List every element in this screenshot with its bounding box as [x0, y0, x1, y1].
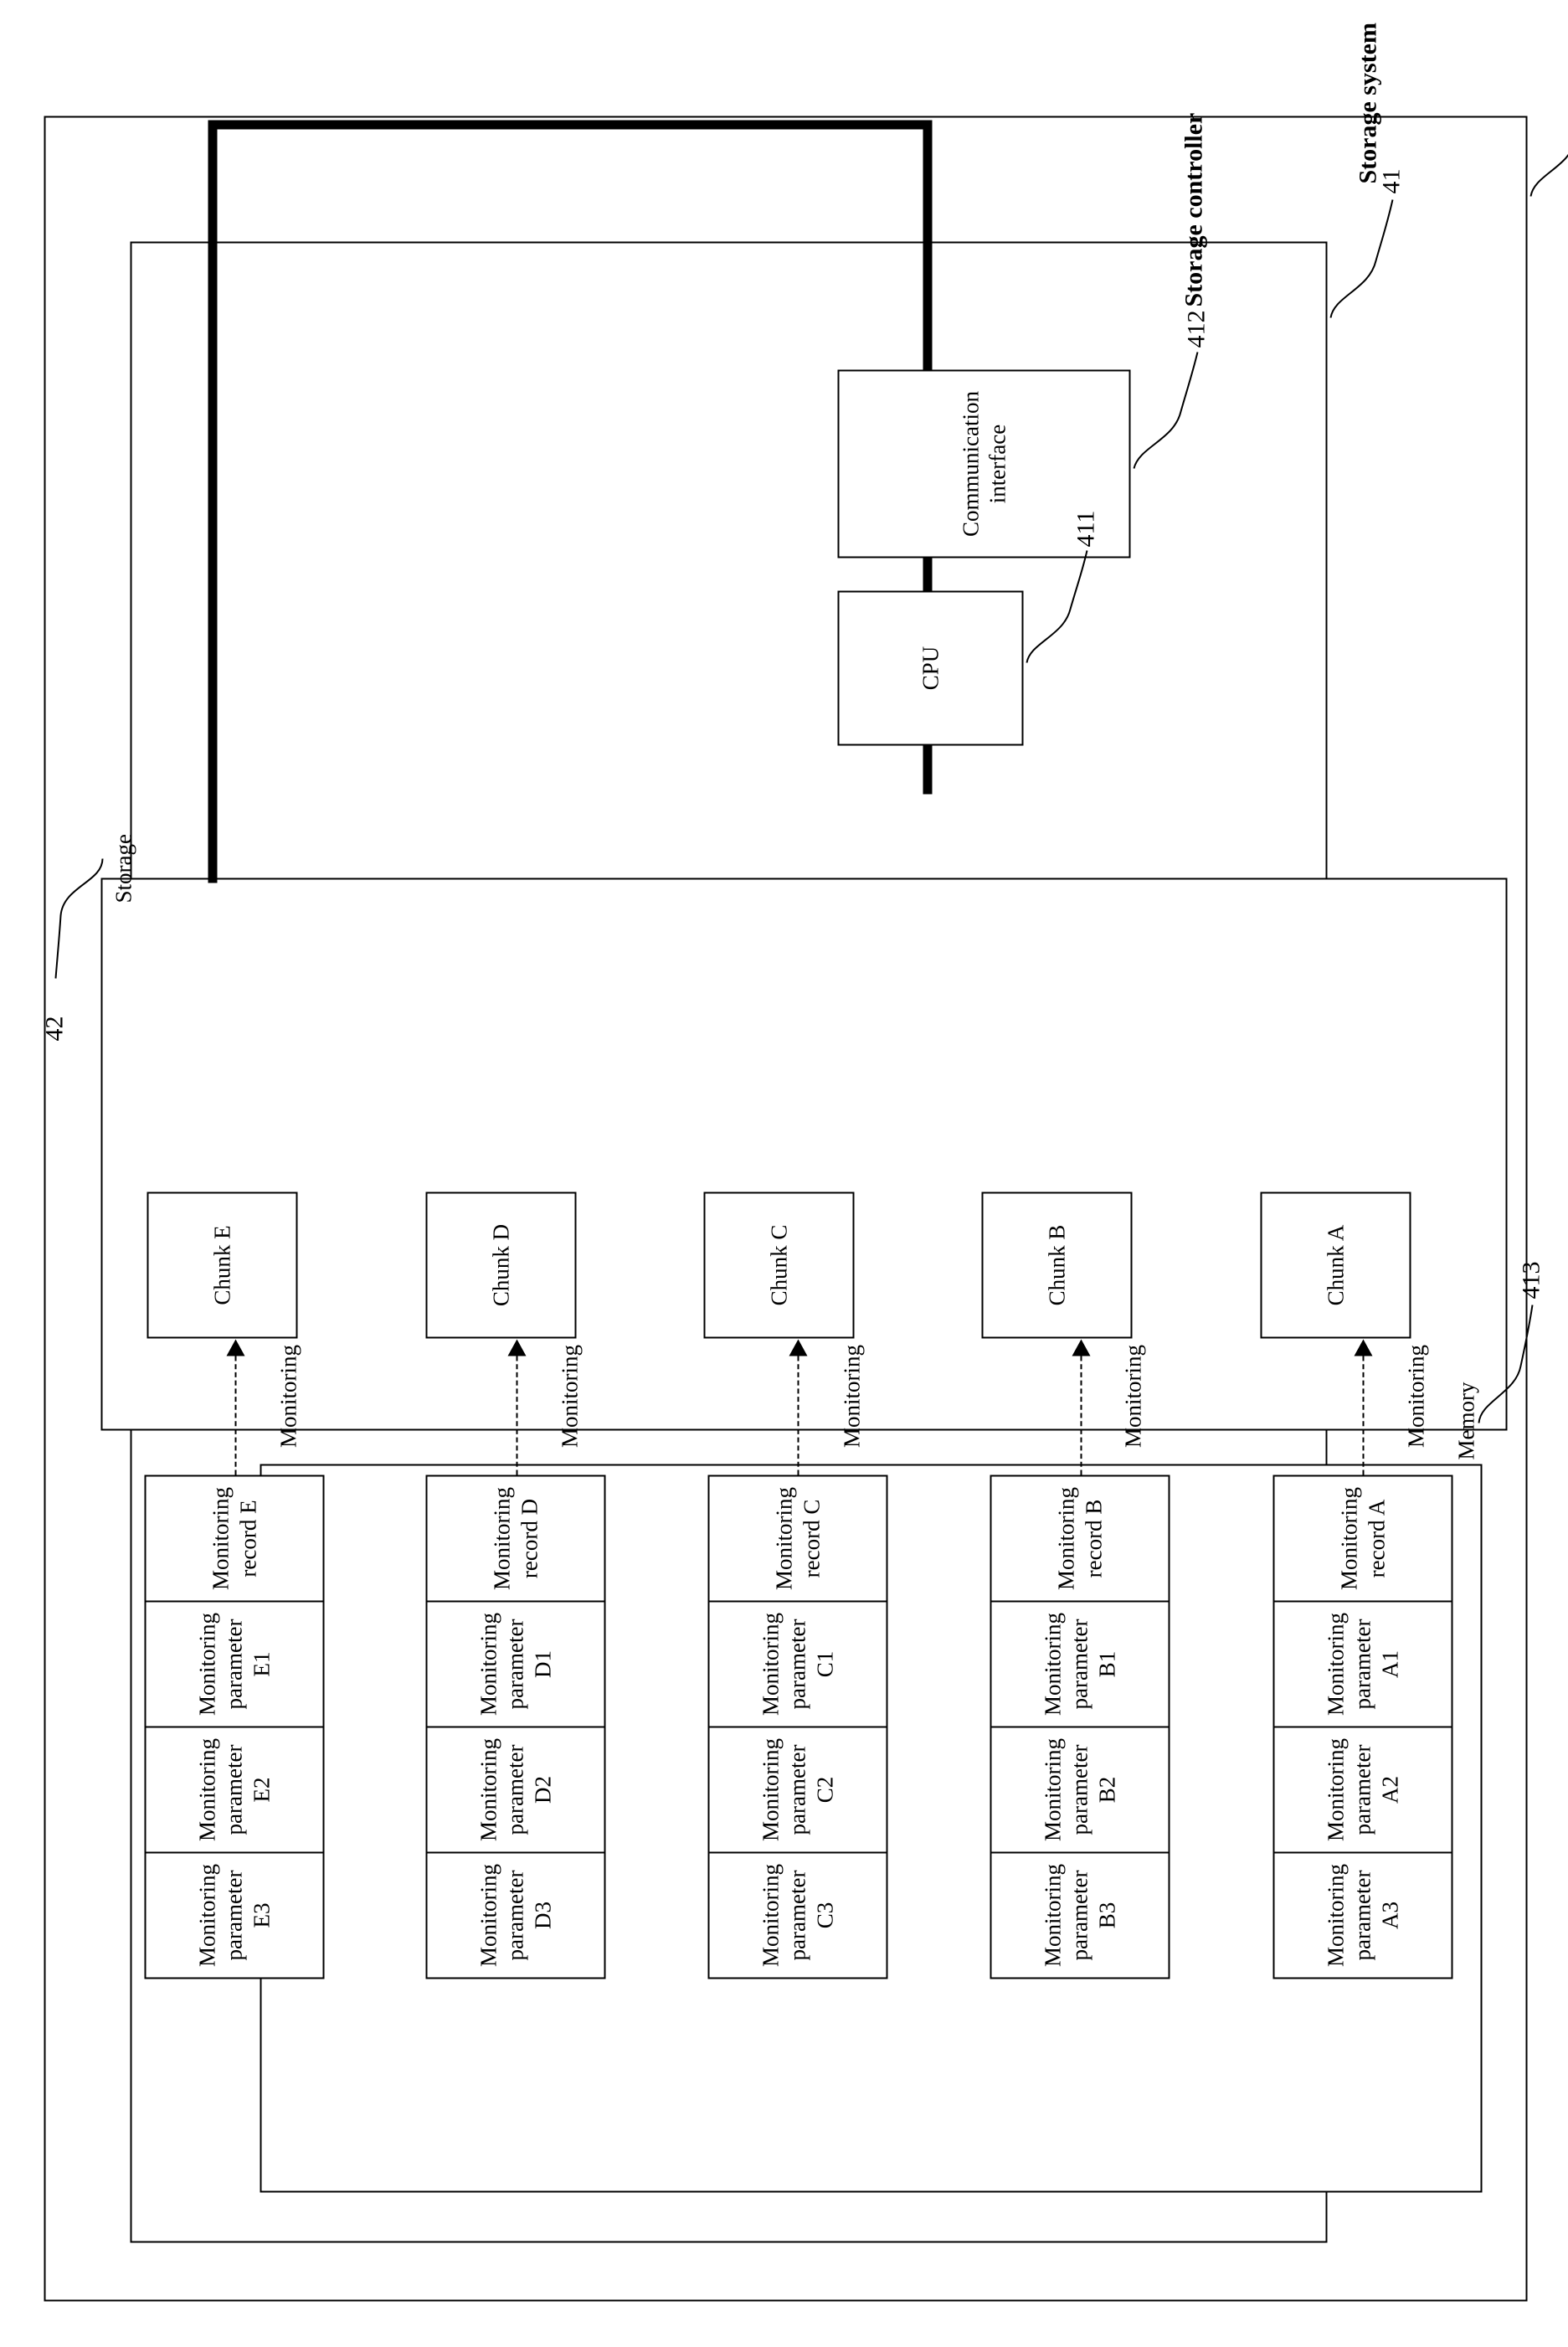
monitoring-parameter-b1: Monitoring parameter B1 — [990, 1600, 1170, 1727]
bus-comm-vertical — [923, 120, 932, 371]
monitoring-arrow-label-d: Monitoring — [557, 1344, 582, 1448]
monitoring-record-a: Monitoring record A — [1272, 1475, 1452, 1602]
chunk-box-e: Chunk E — [147, 1192, 297, 1338]
ref-number-413: 413 — [1517, 1261, 1545, 1299]
storage-system-label: Storage system — [1354, 22, 1381, 183]
chunk-label-b: Chunk B — [1043, 1224, 1069, 1305]
chunk-label-d: Chunk D — [487, 1223, 513, 1306]
monitoring-record-e: Monitoring record E — [144, 1475, 324, 1602]
monitoring-parameter-c1: Monitoring parameter C1 — [707, 1600, 887, 1727]
monitoring-arrow-line-b — [1080, 1356, 1082, 1475]
leader-412 — [1133, 351, 1198, 469]
monitoring-parameter-c3-label: Monitoring parameter C3 — [757, 1863, 837, 1967]
chunk-box-a: Chunk A — [1260, 1192, 1411, 1338]
monitoring-parameter-b2: Monitoring parameter B2 — [990, 1726, 1170, 1853]
monitoring-arrow-line-a — [1362, 1356, 1364, 1475]
monitoring-parameter-d2-label: Monitoring parameter D2 — [475, 1737, 555, 1841]
monitoring-parameter-c2: Monitoring parameter C2 — [707, 1726, 887, 1853]
monitoring-record-d-label: Monitoring record D — [489, 1486, 542, 1590]
bus-cpu-comm — [923, 556, 932, 592]
cpu-box: CPU — [837, 590, 1023, 745]
monitoring-parameter-a1: Monitoring parameter A1 — [1272, 1600, 1452, 1727]
monitoring-parameter-d3-label: Monitoring parameter D3 — [475, 1863, 555, 1967]
monitoring-parameter-b2-label: Monitoring parameter B2 — [1039, 1737, 1119, 1841]
monitoring-parameter-b3-label: Monitoring parameter B3 — [1039, 1863, 1119, 1967]
monitoring-parameter-c3: Monitoring parameter C3 — [707, 1851, 887, 1979]
monitoring-arrowhead-e — [226, 1339, 244, 1356]
monitoring-arrow-line-e — [234, 1356, 236, 1475]
monitoring-record-c: Monitoring record C — [707, 1475, 887, 1602]
monitoring-parameter-c2-label: Monitoring parameter C2 — [757, 1737, 837, 1841]
monitoring-parameter-a2: Monitoring parameter A2 — [1272, 1726, 1452, 1853]
figure-rotation-wrapper: Chunk A Chunk B Chunk C Chunk D Chunk E … — [0, 0, 1568, 2347]
chunk-label-a: Chunk A — [1322, 1224, 1348, 1305]
bus-storage-horizontal — [208, 120, 217, 883]
chunk-box-d: Chunk D — [425, 1192, 576, 1338]
monitoring-parameter-e2: Monitoring parameter E2 — [144, 1726, 324, 1853]
leader-4 — [1529, 77, 1568, 197]
monitoring-record-b-label: Monitoring record B — [1053, 1486, 1106, 1590]
ref-number-411: 411 — [1072, 510, 1099, 547]
chunk-label-c: Chunk C — [765, 1224, 791, 1305]
monitoring-parameter-a3: Monitoring parameter A3 — [1272, 1851, 1452, 1979]
ref-number-42: 42 — [40, 1016, 68, 1041]
monitoring-arrow-label-c: Monitoring — [839, 1344, 864, 1448]
monitoring-parameter-e1: Monitoring parameter E1 — [144, 1600, 324, 1727]
monitoring-parameter-e3: Monitoring parameter E3 — [144, 1851, 324, 1979]
monitoring-parameter-d3: Monitoring parameter D3 — [425, 1851, 605, 1979]
monitoring-record-a-label: Monitoring record A — [1336, 1486, 1389, 1590]
memory-label: Memory — [1453, 1382, 1478, 1459]
monitoring-arrow-label-b: Monitoring — [1120, 1344, 1145, 1448]
communication-interface-label: Communication interface — [957, 390, 1010, 537]
monitoring-record-b: Monitoring record B — [990, 1475, 1170, 1602]
monitoring-record-e-label: Monitoring record E — [208, 1486, 260, 1590]
leader-41 — [1329, 198, 1393, 318]
monitoring-parameter-b1-label: Monitoring parameter B1 — [1039, 1612, 1119, 1716]
leader-413 — [1478, 1304, 1533, 1423]
monitoring-parameter-e2-label: Monitoring parameter E2 — [193, 1737, 274, 1841]
monitoring-arrow-line-c — [797, 1356, 799, 1475]
monitoring-parameter-d1-label: Monitoring parameter D1 — [475, 1612, 555, 1716]
monitoring-parameter-a3-label: Monitoring parameter A3 — [1322, 1863, 1402, 1967]
chunk-label-e: Chunk E — [208, 1224, 234, 1305]
leader-411 — [1026, 549, 1087, 663]
cpu-label: CPU — [917, 646, 943, 690]
patent-figure-2: Chunk A Chunk B Chunk C Chunk D Chunk E … — [0, 0, 1568, 2347]
monitoring-arrowhead-d — [507, 1339, 526, 1356]
monitoring-parameter-c1-label: Monitoring parameter C1 — [757, 1612, 837, 1716]
monitoring-parameter-b3: Monitoring parameter B3 — [990, 1851, 1170, 1979]
monitoring-parameter-e3-label: Monitoring parameter E3 — [193, 1863, 274, 1967]
storage-controller-label: Storage controller — [1180, 112, 1207, 306]
monitoring-parameter-d2: Monitoring parameter D2 — [425, 1726, 605, 1853]
monitoring-arrowhead-c — [789, 1339, 807, 1356]
ref-number-412: 412 — [1182, 310, 1210, 347]
monitoring-arrowhead-a — [1354, 1339, 1372, 1356]
monitoring-arrow-line-d — [516, 1356, 517, 1475]
monitoring-arrow-label-e: Monitoring — [275, 1344, 301, 1448]
monitoring-parameter-a1-label: Monitoring parameter A1 — [1322, 1612, 1402, 1716]
monitoring-record-d: Monitoring record D — [425, 1475, 605, 1602]
monitoring-arrowhead-b — [1072, 1339, 1090, 1356]
bus-comm-corner-vertical — [208, 120, 932, 129]
chunk-box-b: Chunk B — [981, 1192, 1132, 1338]
monitoring-parameter-a2-label: Monitoring parameter A2 — [1322, 1737, 1402, 1841]
monitoring-arrow-label-a: Monitoring — [1403, 1344, 1428, 1448]
monitoring-parameter-d1: Monitoring parameter D1 — [425, 1600, 605, 1727]
monitoring-record-c-label: Monitoring record C — [771, 1486, 824, 1590]
chunk-box-c: Chunk C — [703, 1192, 854, 1338]
monitoring-parameter-e1-label: Monitoring parameter E1 — [193, 1612, 274, 1716]
bus-memory-cpu — [923, 744, 932, 794]
storage-label: Storage — [111, 833, 136, 903]
